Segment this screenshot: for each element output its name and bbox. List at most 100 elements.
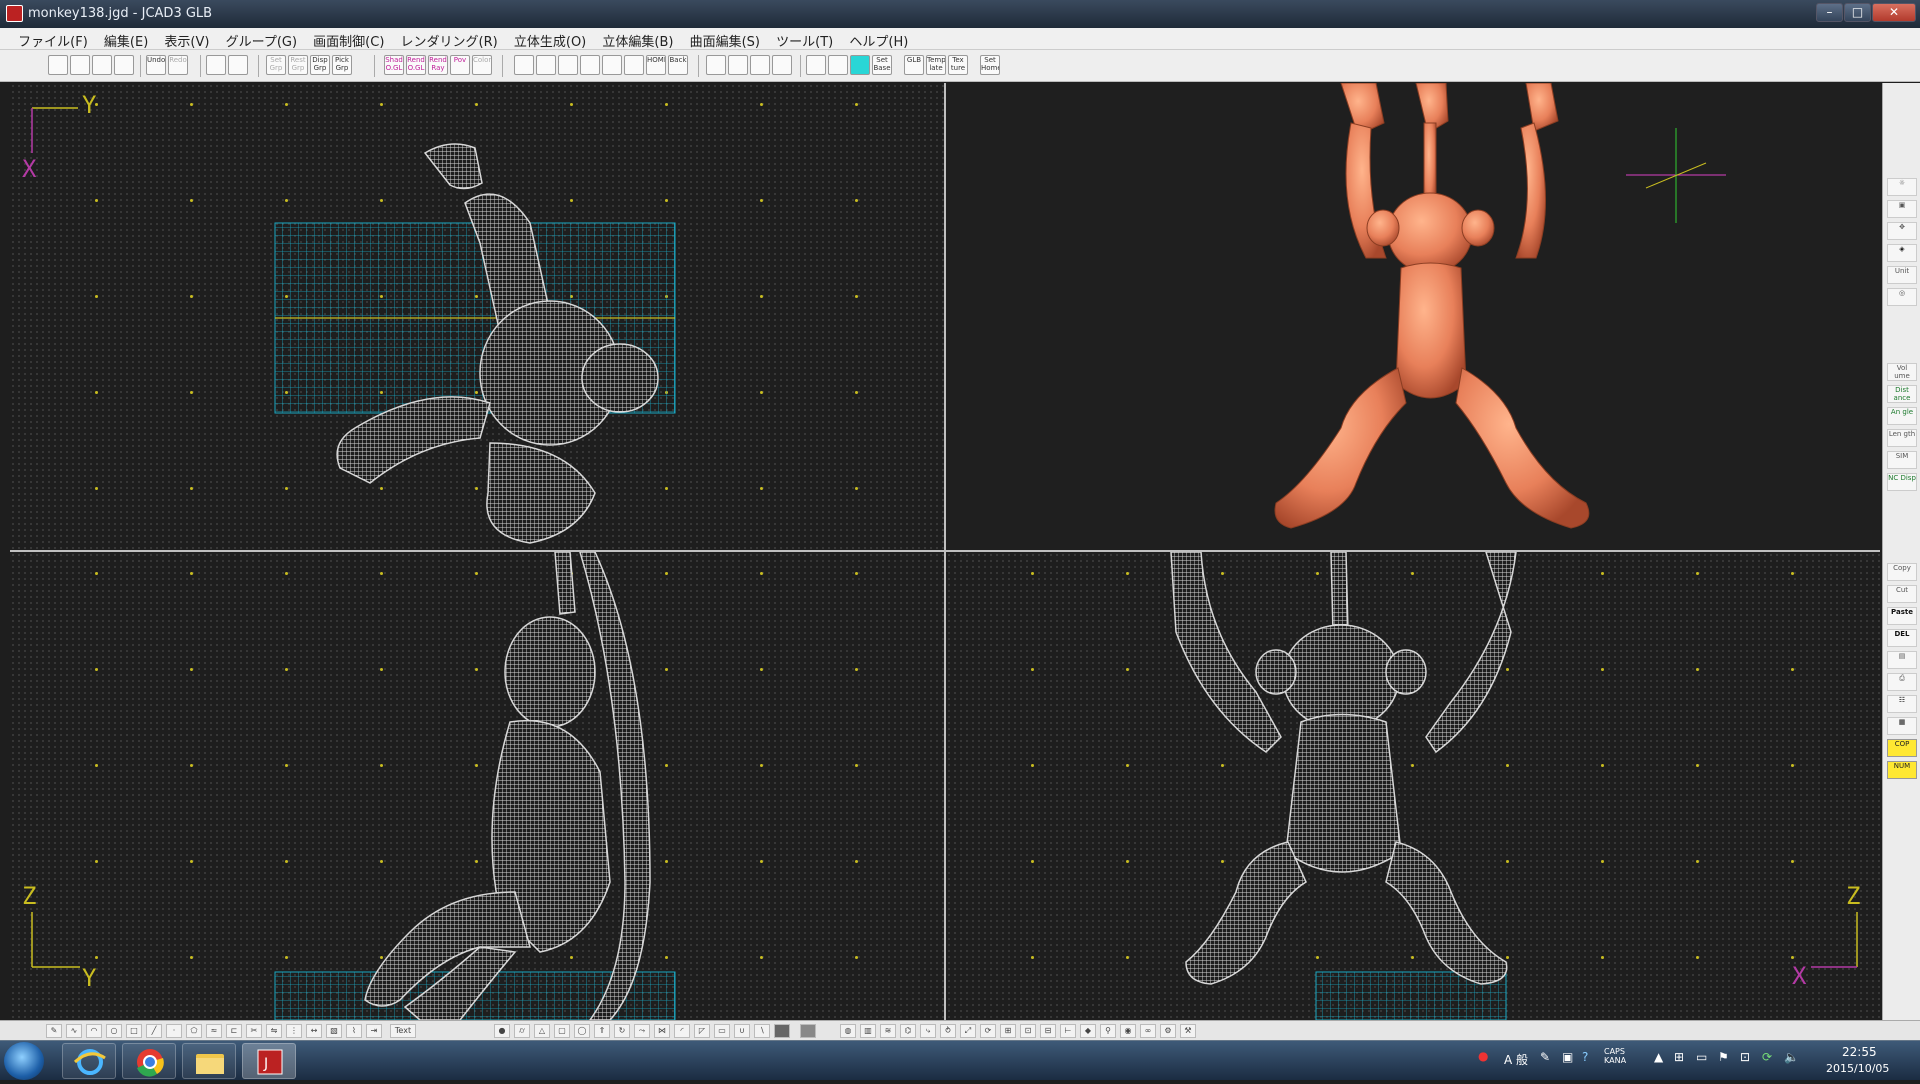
pick-group-button[interactable]: Pick Grp [332, 55, 352, 75]
snap-grid-icon[interactable] [828, 55, 848, 75]
open-folder-icon[interactable] [70, 55, 90, 75]
project-icon[interactable]: ⊡ [1020, 1024, 1036, 1038]
chrome-icon[interactable] [122, 1043, 176, 1079]
reset-group-button[interactable]: Rest Grp [288, 55, 308, 75]
subtract-icon[interactable]: ∖ [754, 1024, 770, 1038]
offset-icon[interactable]: ⊏ [226, 1024, 242, 1038]
stone-icon[interactable]: ◆ [1080, 1024, 1096, 1038]
array-icon[interactable]: ⋮ [286, 1024, 302, 1038]
set-base-button[interactable]: Set Base [872, 55, 892, 75]
display-icon[interactable]: ▭ [1696, 1050, 1707, 1064]
windows-icon[interactable]: ⊞ [1674, 1050, 1684, 1064]
cut-button[interactable]: Cut [1887, 585, 1917, 603]
extend-icon[interactable]: ⇥ [366, 1024, 382, 1038]
grid-dots-icon[interactable] [806, 55, 826, 75]
zoom-out-icon[interactable] [536, 55, 556, 75]
sim-button[interactable]: SIM [1887, 451, 1917, 469]
clock-time[interactable]: 22:55 [1842, 1045, 1877, 1059]
internet-explorer-icon[interactable] [62, 1043, 116, 1079]
template-button[interactable]: Temp late [926, 55, 946, 75]
scale-icon[interactable]: ⤢ [960, 1024, 976, 1038]
back-view-button[interactable]: Back [668, 55, 688, 75]
viewport-top-left[interactable]: Y X [10, 83, 944, 550]
shade-opengl-button[interactable]: Shad O.GL [384, 55, 404, 75]
grid-view-icon[interactable] [228, 55, 248, 75]
save-icon[interactable] [92, 55, 112, 75]
redo-button[interactable]: Redo [168, 55, 188, 75]
arc-icon[interactable]: ◠ [86, 1024, 102, 1038]
frame-view-icon[interactable] [772, 55, 792, 75]
sphere-icon[interactable]: ● [494, 1024, 510, 1038]
ruler-icon[interactable]: ⊢ [1060, 1024, 1076, 1038]
gear-icon[interactable]: ⚙ [1160, 1024, 1176, 1038]
nc-disp-button[interactable]: NC Disp [1887, 473, 1917, 491]
surface-icon[interactable]: ◍ [840, 1024, 856, 1038]
display-group-button[interactable]: Disp Grp [310, 55, 330, 75]
set-home-button[interactable]: Set Home [980, 55, 1000, 75]
minimize-button[interactable]: – [1816, 3, 1843, 22]
volume-icon[interactable]: 🔈 [1784, 1050, 1799, 1064]
viewport-top-right-render[interactable] [946, 83, 1880, 550]
light-icon[interactable]: ☼ [1887, 178, 1917, 196]
deform-icon[interactable]: ⌬ [900, 1024, 916, 1038]
hatch-icon[interactable]: ▧ [326, 1024, 342, 1038]
cop-indicator[interactable]: COP [1887, 739, 1917, 757]
revolve-icon[interactable]: ↻ [614, 1024, 630, 1038]
notification-icon[interactable]: ● [1478, 1049, 1488, 1063]
fillet-icon[interactable]: ◜ [674, 1024, 690, 1038]
pan-hand-icon[interactable] [624, 55, 644, 75]
jcad3-app-icon[interactable]: J [242, 1043, 296, 1079]
ime-indicator[interactable]: A 般 [1504, 1051, 1528, 1068]
curve-icon[interactable]: ∿ [66, 1024, 82, 1038]
print-icon[interactable] [114, 55, 134, 75]
sketch-icon[interactable]: ✎ [46, 1024, 62, 1038]
rotate-view-icon[interactable] [706, 55, 726, 75]
clock-date[interactable]: 2015/10/05 [1826, 1062, 1889, 1075]
angle-button[interactable]: An gle [1887, 407, 1917, 425]
patch-icon[interactable]: ▥ [860, 1024, 876, 1038]
chain-icon[interactable]: ∞ [1140, 1024, 1156, 1038]
line-icon[interactable]: ╱ [146, 1024, 162, 1038]
bend-icon[interactable]: ⤷ [920, 1024, 936, 1038]
layer-icon[interactable]: ▤ [1887, 651, 1917, 669]
delete-button[interactable]: DEL [1887, 629, 1917, 647]
union-icon[interactable]: ∪ [734, 1024, 750, 1038]
viewport-bottom-left[interactable]: Z Y [10, 552, 944, 1020]
torus-icon[interactable]: ◯ [574, 1024, 590, 1038]
length-button[interactable]: Len gth [1887, 429, 1917, 447]
cylinder-icon[interactable]: ⌭ [514, 1024, 530, 1038]
color-button[interactable]: Color [472, 55, 492, 75]
render-opengl-button[interactable]: Rend O.GL [406, 55, 426, 75]
wire-shade-icon[interactable] [800, 1024, 816, 1038]
viewport-bottom-right[interactable]: Z X [946, 552, 1880, 1020]
network-icon[interactable]: ⊡ [1740, 1050, 1750, 1064]
move-icon[interactable]: ✥ [1887, 222, 1917, 240]
zoom-fit-icon[interactable] [558, 55, 578, 75]
orbit-view-icon[interactable] [728, 55, 748, 75]
ring-icon[interactable]: ◉ [1120, 1024, 1136, 1038]
prong-icon[interactable]: ⚲ [1100, 1024, 1116, 1038]
maximize-button[interactable]: □ [1844, 3, 1871, 22]
zoom-window-icon[interactable] [580, 55, 600, 75]
camera-icon[interactable]: ▣ [1887, 200, 1917, 218]
rotate-icon[interactable]: ⟳ [980, 1024, 996, 1038]
distance-button[interactable]: Dist ance [1887, 385, 1917, 403]
point-icon[interactable]: · [166, 1024, 182, 1038]
volume-button[interactable]: Vol ume [1887, 363, 1917, 381]
home-view-button[interactable]: HOME [646, 55, 666, 75]
grid-toggle-icon[interactable] [850, 55, 870, 75]
zoom-all-icon[interactable] [602, 55, 622, 75]
grid-snap-icon[interactable]: ▦ [1887, 717, 1917, 735]
action-center-flag-icon[interactable]: ⚑ [1718, 1050, 1729, 1064]
break-icon[interactable]: ⌇ [346, 1024, 362, 1038]
tree-icon[interactable]: ☷ [1887, 695, 1917, 713]
print-preview-icon[interactable]: ⎙ [1887, 673, 1917, 691]
chamfer-icon[interactable]: ◸ [694, 1024, 710, 1038]
unit-button[interactable]: Unit [1887, 266, 1917, 284]
zoom-in-icon[interactable] [514, 55, 534, 75]
settings-icon[interactable]: ⚒ [1180, 1024, 1196, 1038]
new-file-icon[interactable] [48, 55, 68, 75]
dimension-icon[interactable]: ↔ [306, 1024, 322, 1038]
close-button[interactable]: ✕ [1872, 3, 1916, 22]
render-ray-button[interactable]: Rend Ray [428, 55, 448, 75]
